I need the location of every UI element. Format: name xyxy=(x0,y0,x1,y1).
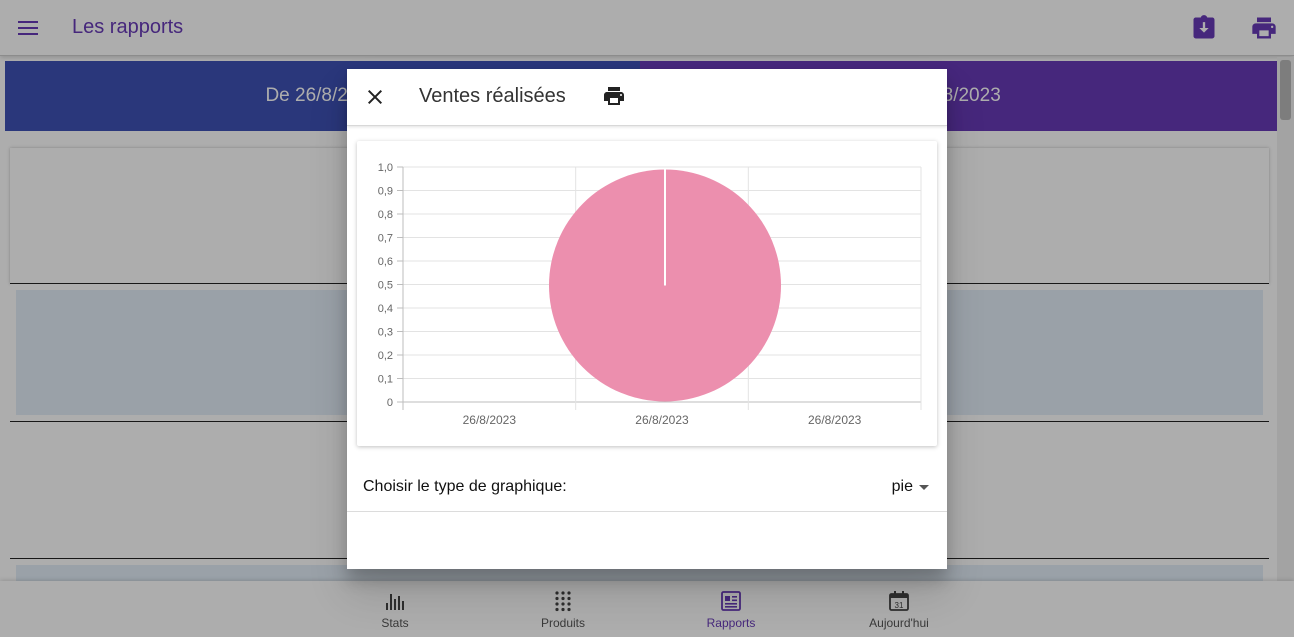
chart-type-select[interactable]: pie xyxy=(892,478,929,496)
y-tick-label: 0,1 xyxy=(378,374,393,386)
y-tick-label: 0,8 xyxy=(378,209,393,221)
chart-type-value: pie xyxy=(891,478,913,495)
y-tick-label: 0 xyxy=(387,397,393,409)
y-tick-label: 0,7 xyxy=(378,233,393,245)
chart-type-label: Choisir le type de graphique: xyxy=(363,478,567,495)
y-tick-label: 1,0 xyxy=(378,162,393,174)
x-tick-label: 26/8/2023 xyxy=(463,413,517,427)
caret-down-icon xyxy=(919,484,929,490)
x-tick-label: 26/8/2023 xyxy=(635,413,689,427)
chart-type-row: Choisir le type de graphique: pie xyxy=(347,456,947,512)
y-tick-label: 0,6 xyxy=(378,256,393,268)
y-tick-label: 0,5 xyxy=(378,280,393,292)
chart-svg: 0 0,1 0,2 0,3 0,4 0,5 0,6 0,7 0,8 0,9 1,0 26/8/2023… xyxy=(378,162,922,427)
y-tick-label: 0,4 xyxy=(378,303,393,315)
dialog-title: Ventes réalisées xyxy=(419,85,566,107)
y-tick-label: 0,2 xyxy=(378,350,393,362)
y-tick-label: 0,3 xyxy=(378,327,393,339)
chart-card: 0 0,1 0,2 0,3 0,4 0,5 0,6 0,7 0,8 0,9 1,0 26/8/2023… xyxy=(357,141,937,446)
y-tick-label: 0,9 xyxy=(378,186,393,198)
chart-dialog: Ventes réalisées 0 0,1 0,2 0,3 0,4 0,5 0,6 0,7 0… xyxy=(347,69,947,569)
dialog-header: Ventes réalisées xyxy=(347,69,947,126)
print-chart-icon[interactable] xyxy=(602,84,626,108)
x-tick-label: 26/8/2023 xyxy=(808,413,862,427)
close-icon[interactable] xyxy=(363,85,387,109)
